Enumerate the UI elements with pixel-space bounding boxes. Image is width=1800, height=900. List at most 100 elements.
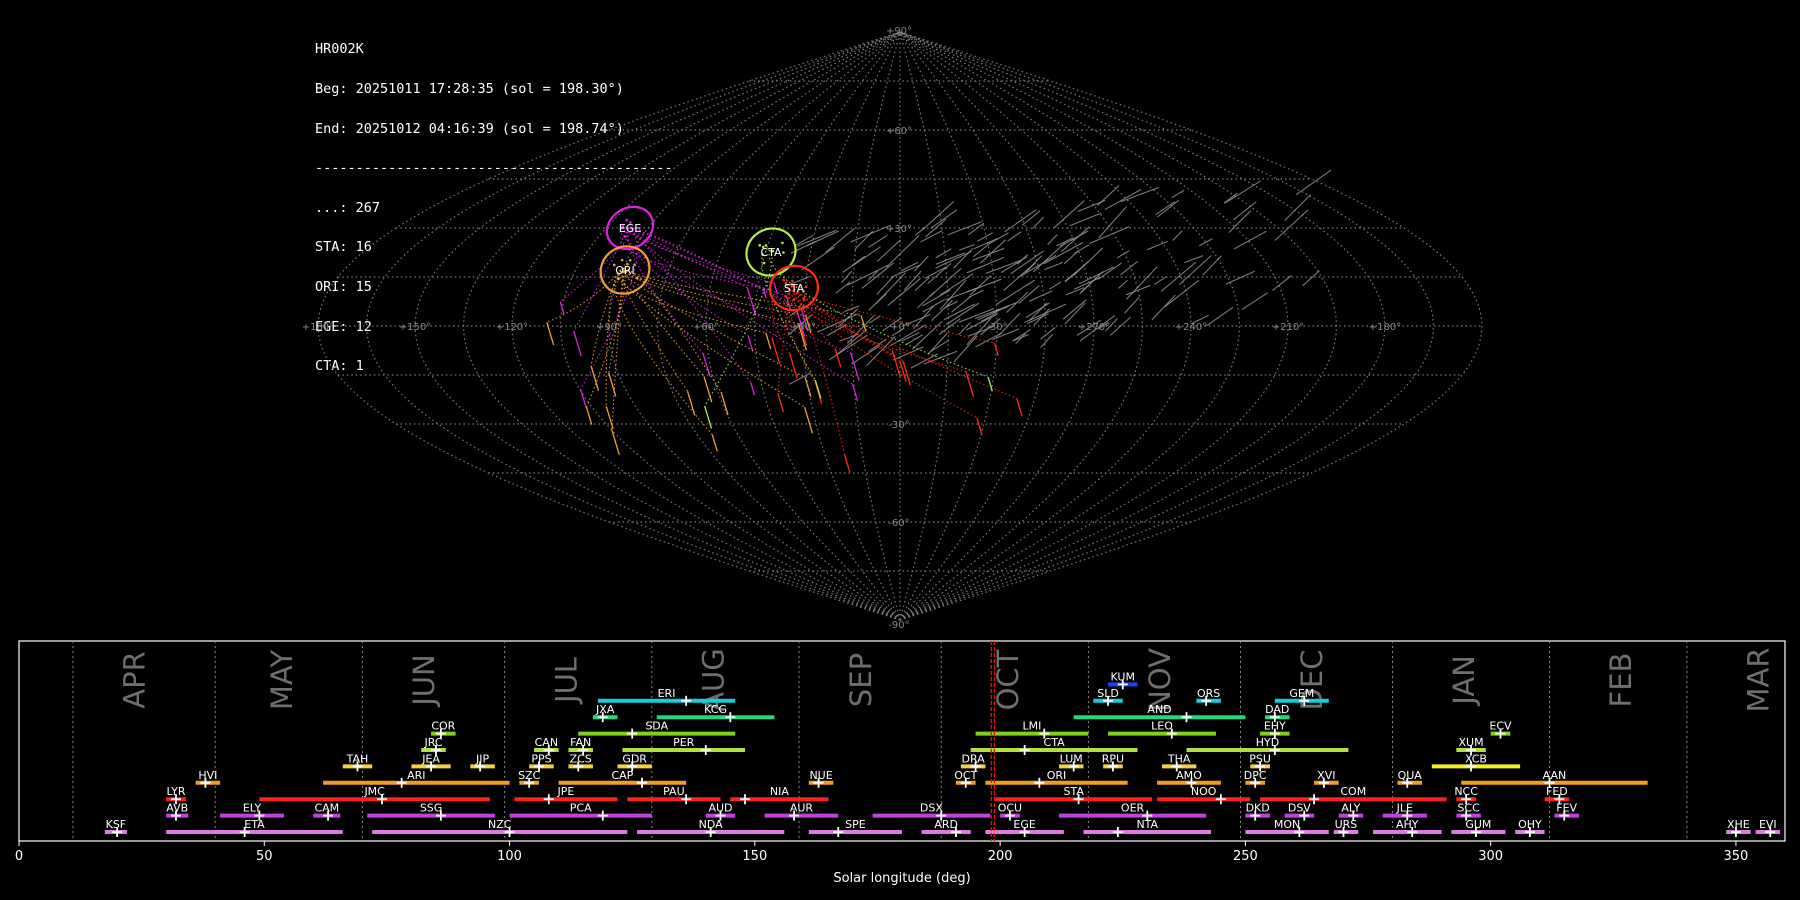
shower-jle: JLE [1382, 802, 1427, 821]
shower-cor: COR [431, 720, 456, 739]
x-tick-label: 0 [15, 849, 23, 864]
shower-xvi: XVI [1314, 769, 1339, 788]
radiant-point [628, 258, 632, 262]
shower-dra: DRA [960, 752, 986, 772]
sporadic-trail [1119, 260, 1139, 276]
x-tick-label: 300 [1478, 849, 1503, 864]
shower-oer: OER [1058, 802, 1207, 821]
sporadic-trail [886, 235, 920, 268]
shower-meteor [849, 352, 860, 381]
shower-ege: EGE [985, 818, 1064, 837]
shower-ssg: SSG [367, 802, 495, 821]
shower-label: STA [1064, 785, 1085, 798]
shower-label: SSG [420, 802, 443, 815]
sporadic-trail [1274, 209, 1309, 241]
shower-meteor [976, 417, 983, 436]
shower-label: XHE [1727, 818, 1750, 831]
shower-eta: ETA [166, 818, 343, 837]
sporadic-trail [851, 345, 881, 365]
shower-kum: KUM [1108, 670, 1138, 690]
shower-label: ERI [658, 687, 676, 700]
shower-meteor [573, 330, 582, 357]
shower-tah: TAH [342, 752, 373, 772]
month-label: JAN [1447, 655, 1481, 707]
shower-label: MON [1274, 818, 1300, 831]
sporadic-trail [876, 239, 901, 262]
sporadic-trail [1157, 199, 1180, 218]
shower-label: RPU [1102, 752, 1124, 765]
shower-meteor [611, 429, 620, 455]
shower-label: COR [431, 720, 455, 733]
shower-label: KUM [1111, 670, 1135, 683]
shower-meteor [1016, 398, 1023, 417]
sporadic-trail [1053, 200, 1085, 229]
shower-label: QUA [1398, 769, 1423, 782]
shower-pps: PPS [529, 752, 554, 772]
shower-psu: PSU [1249, 752, 1271, 772]
sporadic-trail [1126, 266, 1158, 300]
shower-label: CAN [535, 736, 558, 749]
shower-dpc: DPC [1244, 769, 1267, 788]
sporadic-trail [990, 232, 1009, 244]
shower-meteor [843, 453, 851, 473]
shower-ncc: NCC [1454, 785, 1478, 805]
longitude-label: +180° [302, 322, 334, 333]
month-label: APR [118, 651, 152, 708]
sporadic-trail [915, 227, 926, 236]
shower-fev: FEV [1554, 802, 1579, 821]
month-label: FEB [1604, 653, 1638, 708]
x-tick-label: 350 [1724, 849, 1749, 864]
shower-kcg: KCG [656, 703, 775, 723]
sporadic-trail [1302, 270, 1320, 287]
shower-label: AUD [708, 802, 732, 815]
shower-label: JRC [424, 736, 443, 749]
sporadic-trail [825, 227, 855, 253]
shower-label: PPS [531, 752, 551, 765]
radiant-point [620, 258, 624, 262]
month-label: JUL [549, 657, 583, 705]
shower-label: OCU [998, 802, 1022, 815]
sporadic-trail [1097, 184, 1120, 206]
shower-meteor [559, 301, 565, 315]
current-solar-longitude [990, 641, 996, 841]
shower-nzc: NZC [372, 818, 628, 837]
shower-meteor [771, 338, 781, 365]
sporadic-trail [953, 335, 978, 363]
longitude-label: +150° [399, 322, 431, 333]
shower-aan: AAN [1461, 769, 1648, 788]
shower-label: NDA [699, 818, 724, 831]
shower-lyr: LYR [166, 785, 186, 805]
shower-meteor [804, 377, 812, 397]
shower-label: NOO [1191, 785, 1217, 798]
shower-label: AMO [1176, 769, 1202, 782]
shower-label: JPE [557, 785, 575, 798]
shower-label: OHY [1518, 818, 1542, 831]
shower-label: DPC [1244, 769, 1267, 782]
shower-meteor [814, 379, 822, 399]
shower-meteor [891, 350, 902, 379]
shower-ors: ORS [1196, 687, 1221, 706]
shower-label: AVB [166, 802, 188, 815]
longitude-label: +60° [693, 322, 719, 333]
shower-label: COM [1340, 785, 1366, 798]
shower-scc: SCC [1456, 802, 1481, 821]
x-axis-label: Solar longitude (deg) [833, 871, 970, 886]
shower-label: XVI [1317, 769, 1335, 782]
shower-meteor [711, 434, 718, 452]
shower-mon: MON [1245, 818, 1329, 837]
shower-label: JEA [421, 752, 440, 765]
sporadic-trail [839, 333, 859, 342]
shower-label: THA [1167, 752, 1191, 765]
shower-meteor [704, 405, 713, 429]
shower-label: SZC [518, 769, 541, 782]
sporadic-trail [801, 246, 835, 271]
shower-hyd: HYD [1186, 736, 1349, 755]
x-axis: 0 50 100 150 200 250 300 350 [15, 841, 1748, 864]
shower-xhe: XHE [1726, 818, 1751, 837]
sporadic-trail [1048, 281, 1062, 290]
shower-pca: PCA [509, 802, 652, 821]
shower-qua: QUA [1397, 769, 1422, 788]
shower-label: NCC [1454, 785, 1478, 798]
shower-dad: DAD [1265, 703, 1290, 723]
sporadic-trail [1097, 262, 1122, 280]
